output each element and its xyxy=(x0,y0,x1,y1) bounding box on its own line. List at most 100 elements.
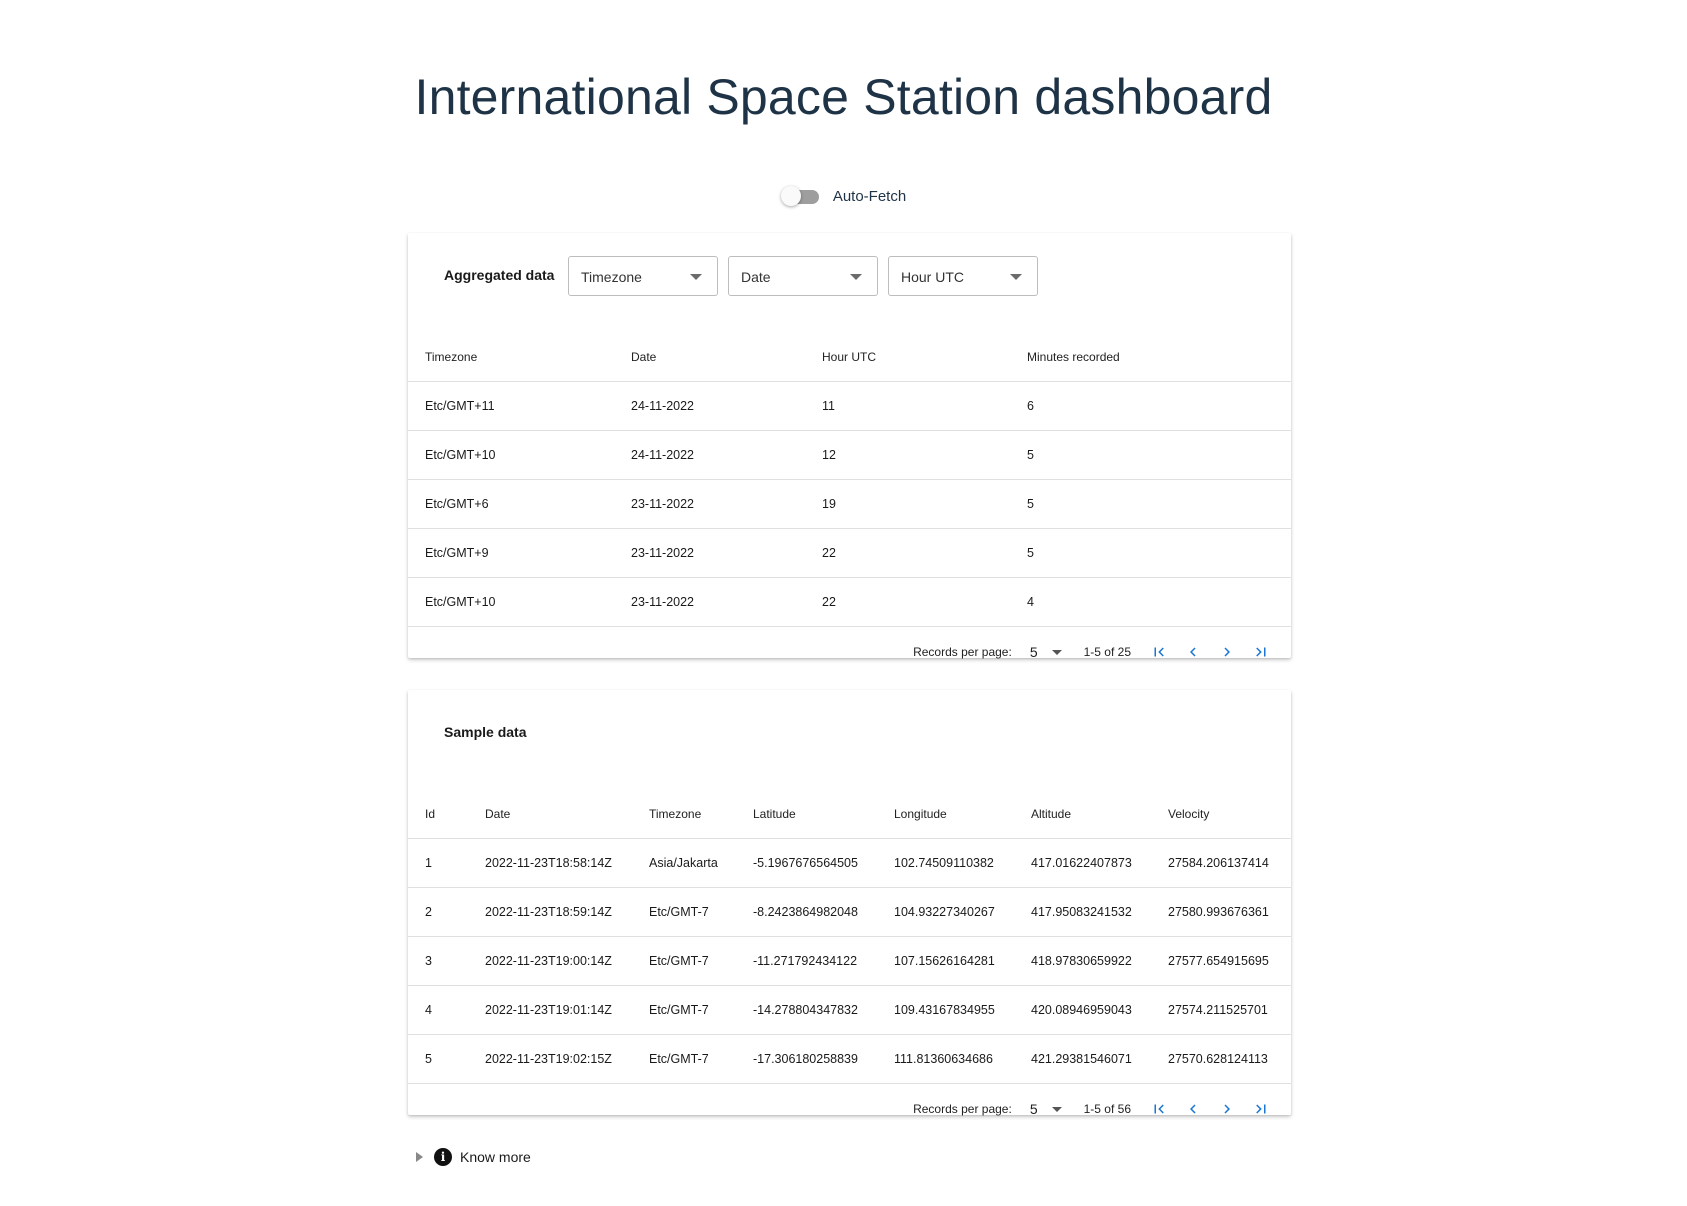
column-header[interactable]: Timezone xyxy=(632,790,736,839)
table-cell: 2022-11-23T19:01:14Z xyxy=(468,985,632,1035)
aggregated-header-row: Timezone Date Hour UTC Minutes recorded xyxy=(408,333,1291,382)
sample-header-row: Id Date Timezone Latitude Longitude Alti… xyxy=(408,790,1291,839)
table-cell: Etc/GMT+11 xyxy=(408,381,614,431)
aggregated-data-title: Aggregated data xyxy=(444,267,555,283)
table-cell: Asia/Jakarta xyxy=(632,838,736,888)
page-range: 1-5 of 25 xyxy=(1083,645,1131,659)
table-cell: Etc/GMT-7 xyxy=(632,887,736,937)
chevron-down-icon xyxy=(690,274,702,280)
column-header[interactable]: Altitude xyxy=(1014,790,1151,839)
table-cell: 417.01622407873 xyxy=(1014,838,1151,888)
column-header[interactable]: Date xyxy=(614,333,805,382)
table-cell: 22 xyxy=(805,577,1010,627)
table-cell: 2 xyxy=(408,887,468,937)
aggregated-table: Timezone Date Hour UTC Minutes recorded … xyxy=(408,333,1291,627)
table-row: Etc/GMT+10 23-11-2022 22 4 xyxy=(408,577,1291,627)
table-row: 3 2022-11-23T19:00:14Z Etc/GMT-7 -11.271… xyxy=(408,936,1291,986)
table-cell: 5 xyxy=(1010,430,1291,480)
previous-page-button[interactable] xyxy=(1183,1099,1203,1119)
aggregated-card-header: Aggregated data Timezone Date Hour UTC xyxy=(408,233,1291,333)
last-page-icon xyxy=(1256,647,1266,657)
chevron-right-icon xyxy=(1224,1104,1230,1114)
page-title: International Space Station dashboard xyxy=(414,69,1273,125)
timezone-filter-select[interactable]: Timezone xyxy=(568,256,718,296)
table-row: 1 2022-11-23T18:58:14Z Asia/Jakarta -5.1… xyxy=(408,838,1291,888)
table-cell: 420.08946959043 xyxy=(1014,985,1151,1035)
table-cell: 27570.628124113 xyxy=(1151,1034,1291,1084)
table-cell: 27574.211525701 xyxy=(1151,985,1291,1035)
table-cell: 2022-11-23T19:02:15Z xyxy=(468,1034,632,1084)
chevron-down-icon xyxy=(1010,274,1022,280)
last-page-button[interactable] xyxy=(1251,642,1271,662)
auto-fetch-row: Auto-Fetch xyxy=(0,185,1687,207)
table-row: 2 2022-11-23T18:59:14Z Etc/GMT-7 -8.2423… xyxy=(408,887,1291,937)
next-page-button[interactable] xyxy=(1217,642,1237,662)
column-header[interactable]: Latitude xyxy=(736,790,877,839)
date-filter-label: Date xyxy=(741,269,771,285)
pager-controls xyxy=(1149,1099,1271,1119)
pager-controls xyxy=(1149,642,1271,662)
column-header[interactable]: Id xyxy=(408,790,468,839)
table-cell: 3 xyxy=(408,936,468,986)
table-cell: 107.15626164281 xyxy=(877,936,1014,986)
table-cell: 24-11-2022 xyxy=(614,430,805,480)
last-page-button[interactable] xyxy=(1251,1099,1271,1119)
records-per-page-label: Records per page: xyxy=(913,1102,1012,1116)
column-header[interactable]: Velocity xyxy=(1151,790,1291,839)
table-cell: 2022-11-23T18:59:14Z xyxy=(468,887,632,937)
table-cell: 104.93227340267 xyxy=(877,887,1014,937)
first-page-icon xyxy=(1154,1104,1164,1114)
know-more-disclosure[interactable]: i Know more xyxy=(416,1148,531,1166)
aggregated-data-card: Aggregated data Timezone Date Hour UTC T… xyxy=(408,233,1291,660)
hour-utc-filter-select[interactable]: Hour UTC xyxy=(888,256,1038,296)
date-filter-select[interactable]: Date xyxy=(728,256,878,296)
table-cell: 27580.993676361 xyxy=(1151,887,1291,937)
previous-page-button[interactable] xyxy=(1183,642,1203,662)
last-page-icon xyxy=(1256,1104,1266,1114)
sample-pagination: Records per page: 5 1-5 of 56 xyxy=(408,1084,1291,1134)
table-cell: 417.95083241532 xyxy=(1014,887,1151,937)
chevron-down-icon xyxy=(850,274,862,280)
records-per-page-value: 5 xyxy=(1029,1101,1038,1117)
first-page-button[interactable] xyxy=(1149,1099,1169,1119)
first-page-button[interactable] xyxy=(1149,642,1169,662)
column-header[interactable]: Longitude xyxy=(877,790,1014,839)
table-cell: 22 xyxy=(805,528,1010,578)
sample-card-header: Sample data xyxy=(408,690,1291,790)
page-range: 1-5 of 56 xyxy=(1083,1102,1131,1116)
column-header[interactable]: Hour UTC xyxy=(805,333,1010,382)
table-cell: -5.1967676564505 xyxy=(736,838,877,888)
table-cell: 19 xyxy=(805,479,1010,529)
column-header[interactable]: Date xyxy=(468,790,632,839)
sample-data-card: Sample data Id Date Timezone Latitude Lo… xyxy=(408,690,1291,1117)
table-cell: 111.81360634686 xyxy=(877,1034,1014,1084)
auto-fetch-toggle[interactable] xyxy=(780,185,821,207)
auto-fetch-label: Auto-Fetch xyxy=(832,187,907,205)
table-cell: 2022-11-23T19:00:14Z xyxy=(468,936,632,986)
table-cell: Etc/GMT+10 xyxy=(408,430,614,480)
table-row: 4 2022-11-23T19:01:14Z Etc/GMT-7 -14.278… xyxy=(408,985,1291,1035)
records-per-page-select[interactable]: 5 xyxy=(1030,644,1062,660)
column-header[interactable]: Minutes recorded xyxy=(1010,333,1291,382)
table-cell: -8.2423864982048 xyxy=(736,887,877,937)
table-cell: 421.29381546071 xyxy=(1014,1034,1151,1084)
first-page-icon xyxy=(1154,647,1164,657)
know-more-label: Know more xyxy=(460,1149,531,1165)
next-page-button[interactable] xyxy=(1217,1099,1237,1119)
table-row: Etc/GMT+10 24-11-2022 12 5 xyxy=(408,430,1291,480)
column-header[interactable]: Timezone xyxy=(408,333,614,382)
table-row: Etc/GMT+9 23-11-2022 22 5 xyxy=(408,528,1291,578)
table-cell: 11 xyxy=(805,381,1010,431)
chevron-left-icon xyxy=(1190,647,1196,657)
table-cell: 6 xyxy=(1010,381,1291,431)
table-row: Etc/GMT+11 24-11-2022 11 6 xyxy=(408,381,1291,431)
records-per-page-value: 5 xyxy=(1029,644,1038,660)
records-per-page-select[interactable]: 5 xyxy=(1030,1101,1062,1117)
timezone-filter-label: Timezone xyxy=(581,269,642,285)
table-cell: 102.74509110382 xyxy=(877,838,1014,888)
table-cell: 23-11-2022 xyxy=(614,528,805,578)
table-cell: Etc/GMT-7 xyxy=(632,936,736,986)
sample-table: Id Date Timezone Latitude Longitude Alti… xyxy=(408,790,1291,1084)
table-cell: 23-11-2022 xyxy=(614,577,805,627)
table-cell: 23-11-2022 xyxy=(614,479,805,529)
